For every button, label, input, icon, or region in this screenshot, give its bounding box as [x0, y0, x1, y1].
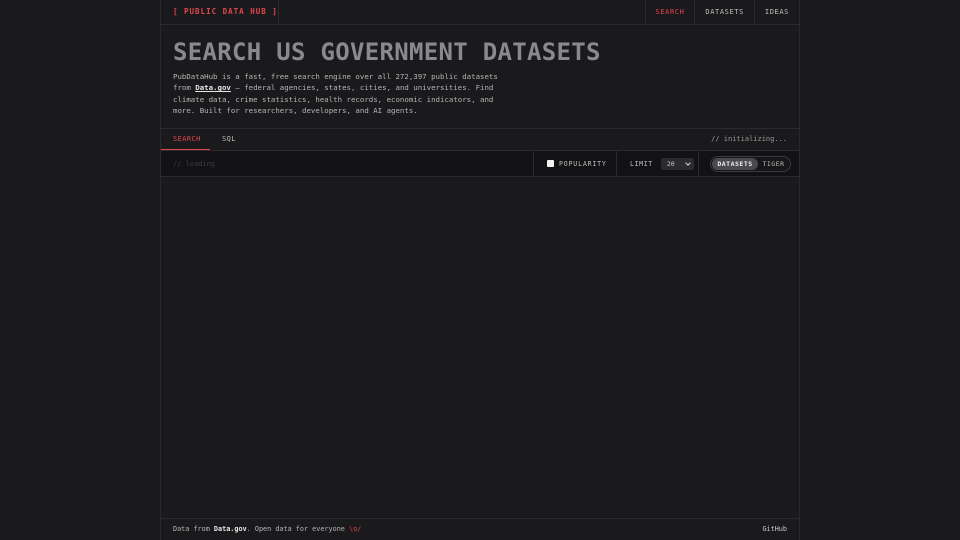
hero-description: PubDataHub is a fast, free search engine… — [173, 71, 509, 116]
limit-value: 20 — [666, 159, 675, 168]
toggle-datasets[interactable]: DATASETS — [712, 158, 758, 170]
footer-credit: Data from Data.gov. Open data for everyo… — [173, 519, 361, 539]
limit-select[interactable]: 20 — [660, 157, 694, 170]
popularity-toggle[interactable]: POPULARITY — [533, 151, 616, 176]
tab-sql[interactable]: SQL — [210, 129, 248, 150]
chevron-down-icon — [685, 159, 691, 166]
datagov-link[interactable]: Data.gov — [195, 83, 231, 92]
source-toggle: DATASETS TIGER — [710, 156, 791, 172]
footer-prefix: Data from — [173, 525, 214, 533]
toggle-tiger[interactable]: TIGER — [758, 158, 789, 170]
nav-link-ideas[interactable]: IDEAS — [753, 0, 799, 24]
footer-middle: . Open data for everyone — [246, 525, 349, 533]
top-nav: [ PUBLIC DATA HUB ] SEARCH DATASETS IDEA… — [161, 0, 799, 25]
footer: Data from Data.gov. Open data for everyo… — [161, 518, 799, 540]
limit-label: LIMIT — [630, 159, 653, 168]
search-input[interactable] — [161, 151, 533, 176]
nav-link-datasets[interactable]: DATASETS — [694, 0, 754, 24]
popularity-label: POPULARITY — [559, 159, 607, 168]
github-link[interactable]: GitHub — [762, 519, 787, 539]
status-text: // initializing... — [711, 135, 787, 143]
popularity-checkbox[interactable] — [547, 160, 554, 167]
page-frame: [ PUBLIC DATA HUB ] SEARCH DATASETS IDEA… — [160, 0, 800, 540]
nav-links: SEARCH DATASETS IDEAS — [644, 0, 799, 24]
mode-tabs: SEARCH SQL // initializing... — [161, 128, 799, 150]
nav-link-search[interactable]: SEARCH — [644, 0, 695, 24]
footer-emoticon: \o/ — [348, 525, 362, 533]
page-title: SEARCH US GOVERNMENT DATASETS — [173, 38, 601, 66]
footer-datagov-link[interactable]: Data.gov — [214, 525, 247, 533]
brand-logo[interactable]: [ PUBLIC DATA HUB ] — [161, 0, 279, 24]
tab-search[interactable]: SEARCH — [161, 129, 210, 150]
search-bar: POPULARITY LIMIT 20 DATASETS TIGER — [161, 150, 799, 177]
limit-control: LIMIT 20 — [616, 151, 699, 176]
